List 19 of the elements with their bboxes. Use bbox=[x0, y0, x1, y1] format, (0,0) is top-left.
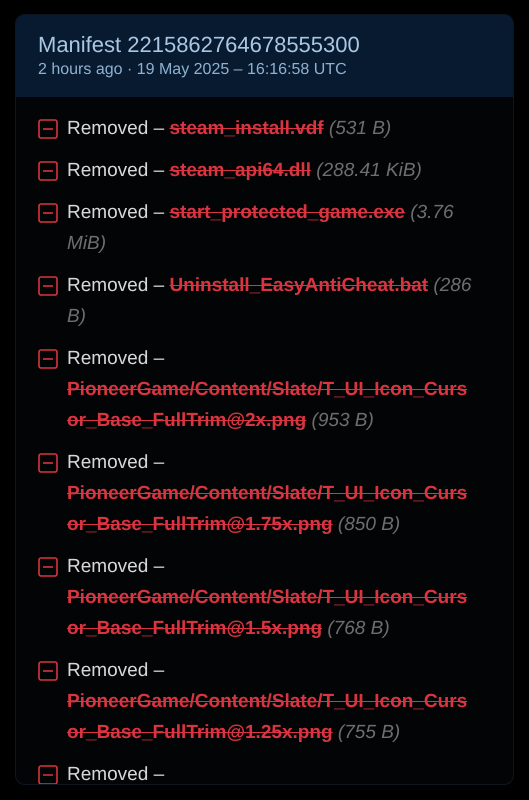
change-entry: Removed – PioneerGame/Content/Slate/T_UI_Icon_Cursor_Base_FullTrim@1.75x.png (850 B) bbox=[67, 451, 468, 537]
manifest-timestamp: 2 hours ago · 19 May 2025 – 16:16:58 UTC bbox=[38, 60, 348, 80]
minus-square-icon bbox=[38, 161, 58, 181]
minus-square-icon bbox=[38, 557, 58, 577]
change-entry: Removed – start_protected_game.exe (3.76 MiB) bbox=[67, 201, 455, 256]
minus-square-icon bbox=[38, 276, 58, 296]
change-entry: Removed – PioneerGame/Content/Slate/T_UI_Icon_Cursor_Base_FullTrim@1.5x.png (768 B) bbox=[67, 555, 468, 641]
manifest-title: Manifest 2215862764678555300 bbox=[38, 31, 361, 59]
change-entry: Removed – Uninstall_EasyAntiCheat.bat (286 B) bbox=[67, 274, 472, 329]
change-entry: Removed – steam_install.vdf (531 B) bbox=[67, 117, 392, 141]
change-entry: Removed – PioneerGame/Content/Slate/T_UI_Icon_Cursor_Base_FullTrim@1.25x.png (755 B) bbox=[67, 659, 468, 745]
minus-square-icon bbox=[38, 203, 58, 223]
change-entry: Removed – steam_api64.dll (288.41 KiB) bbox=[67, 159, 423, 183]
minus-square-icon bbox=[38, 349, 58, 369]
minus-square-icon bbox=[38, 661, 58, 681]
change-entry: Removed – PioneerGame/Content/Slate/T_UI_Icon_Cursor_Base_FullTrim@2x.png (953 B) bbox=[67, 347, 468, 433]
change-entry: Removed – bbox=[67, 763, 166, 784]
minus-square-icon bbox=[38, 119, 58, 139]
minus-square-icon bbox=[38, 453, 58, 473]
